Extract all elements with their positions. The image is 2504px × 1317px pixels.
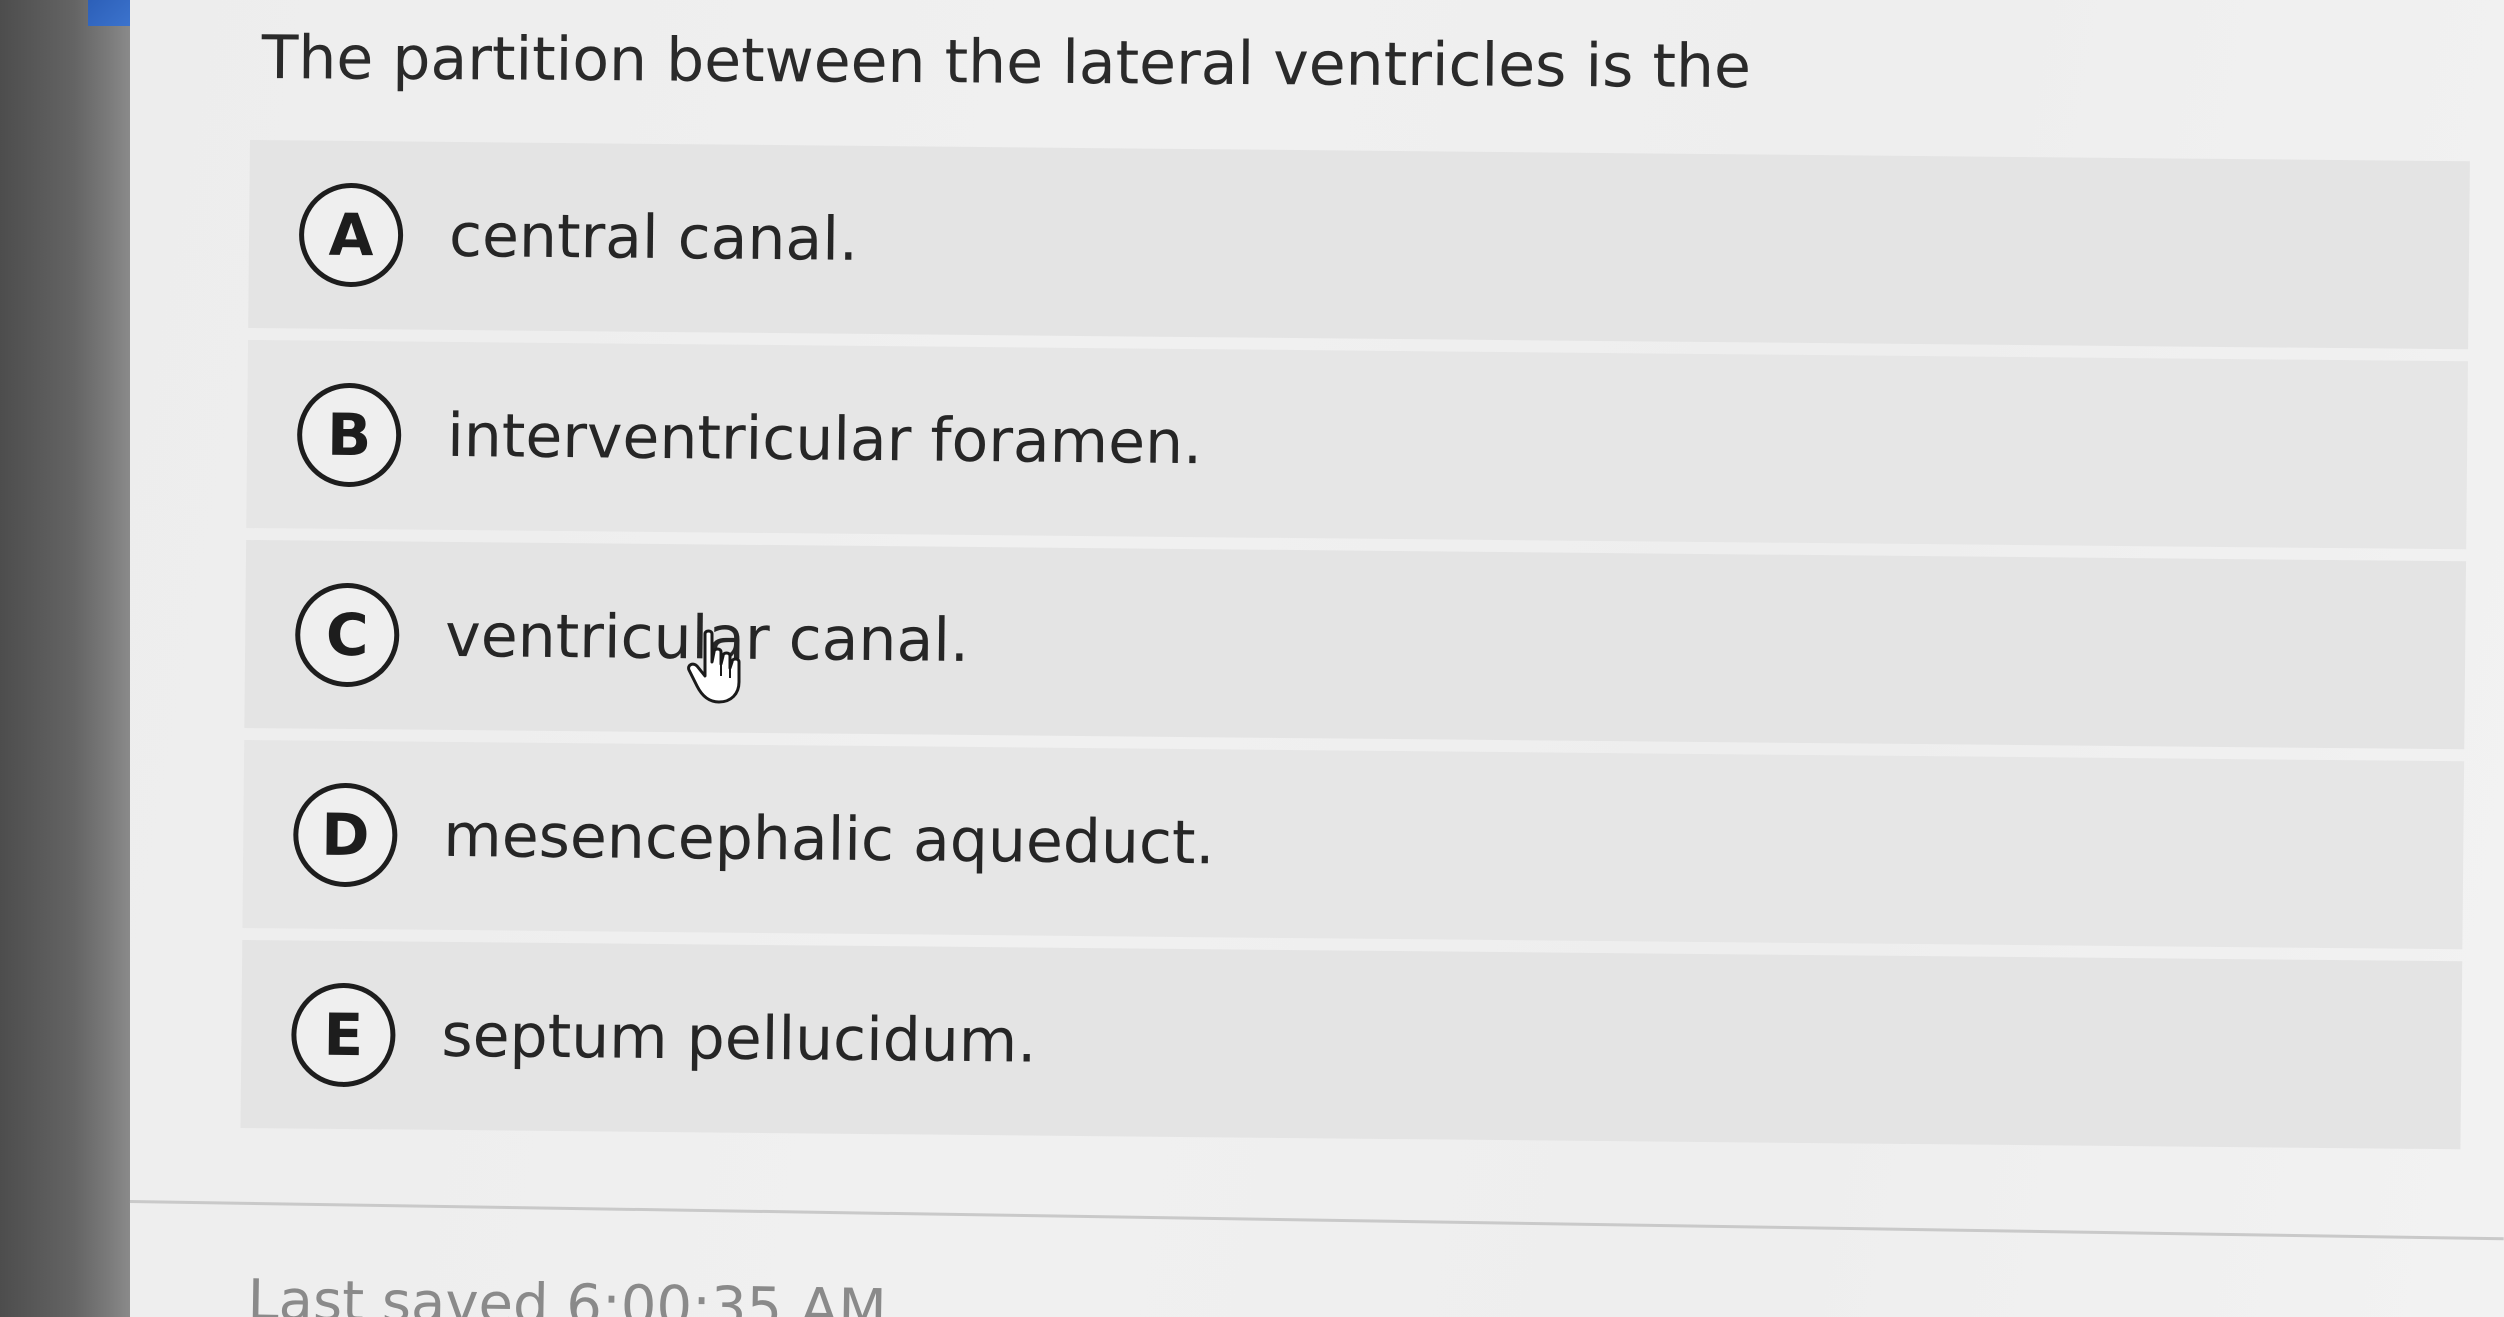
option-a-text: central canal. (448, 200, 859, 275)
option-c[interactable]: C ventricular canal. (244, 539, 2467, 750)
option-c-bubble[interactable]: C (294, 582, 400, 688)
option-b-text: interventricular foramen. (446, 400, 1203, 479)
answer-options: A central canal. B interventricular fora… (240, 140, 2470, 1161)
option-d-bubble[interactable]: D (292, 782, 398, 888)
option-d-text: mesencephalic aqueduct. (442, 800, 1215, 879)
option-b-bubble[interactable]: B (296, 382, 402, 488)
hand-pointer-icon (687, 629, 741, 704)
option-a[interactable]: A central canal. (248, 140, 2470, 350)
option-e[interactable]: E septum pellucidum. (240, 939, 2463, 1150)
option-e-text: septum pellucidum. (441, 1000, 1037, 1077)
question-text: The partition between the lateral ventri… (261, 22, 1752, 103)
option-a-bubble[interactable]: A (298, 182, 404, 288)
photo-of-screen: The partition between the lateral ventri… (0, 0, 2504, 1317)
option-b[interactable]: B interventricular foramen. (246, 339, 2468, 550)
option-d[interactable]: D mesencephalic aqueduct. (242, 739, 2465, 950)
option-e-bubble[interactable]: E (290, 982, 396, 1088)
monitor-bezel (0, 0, 135, 1317)
